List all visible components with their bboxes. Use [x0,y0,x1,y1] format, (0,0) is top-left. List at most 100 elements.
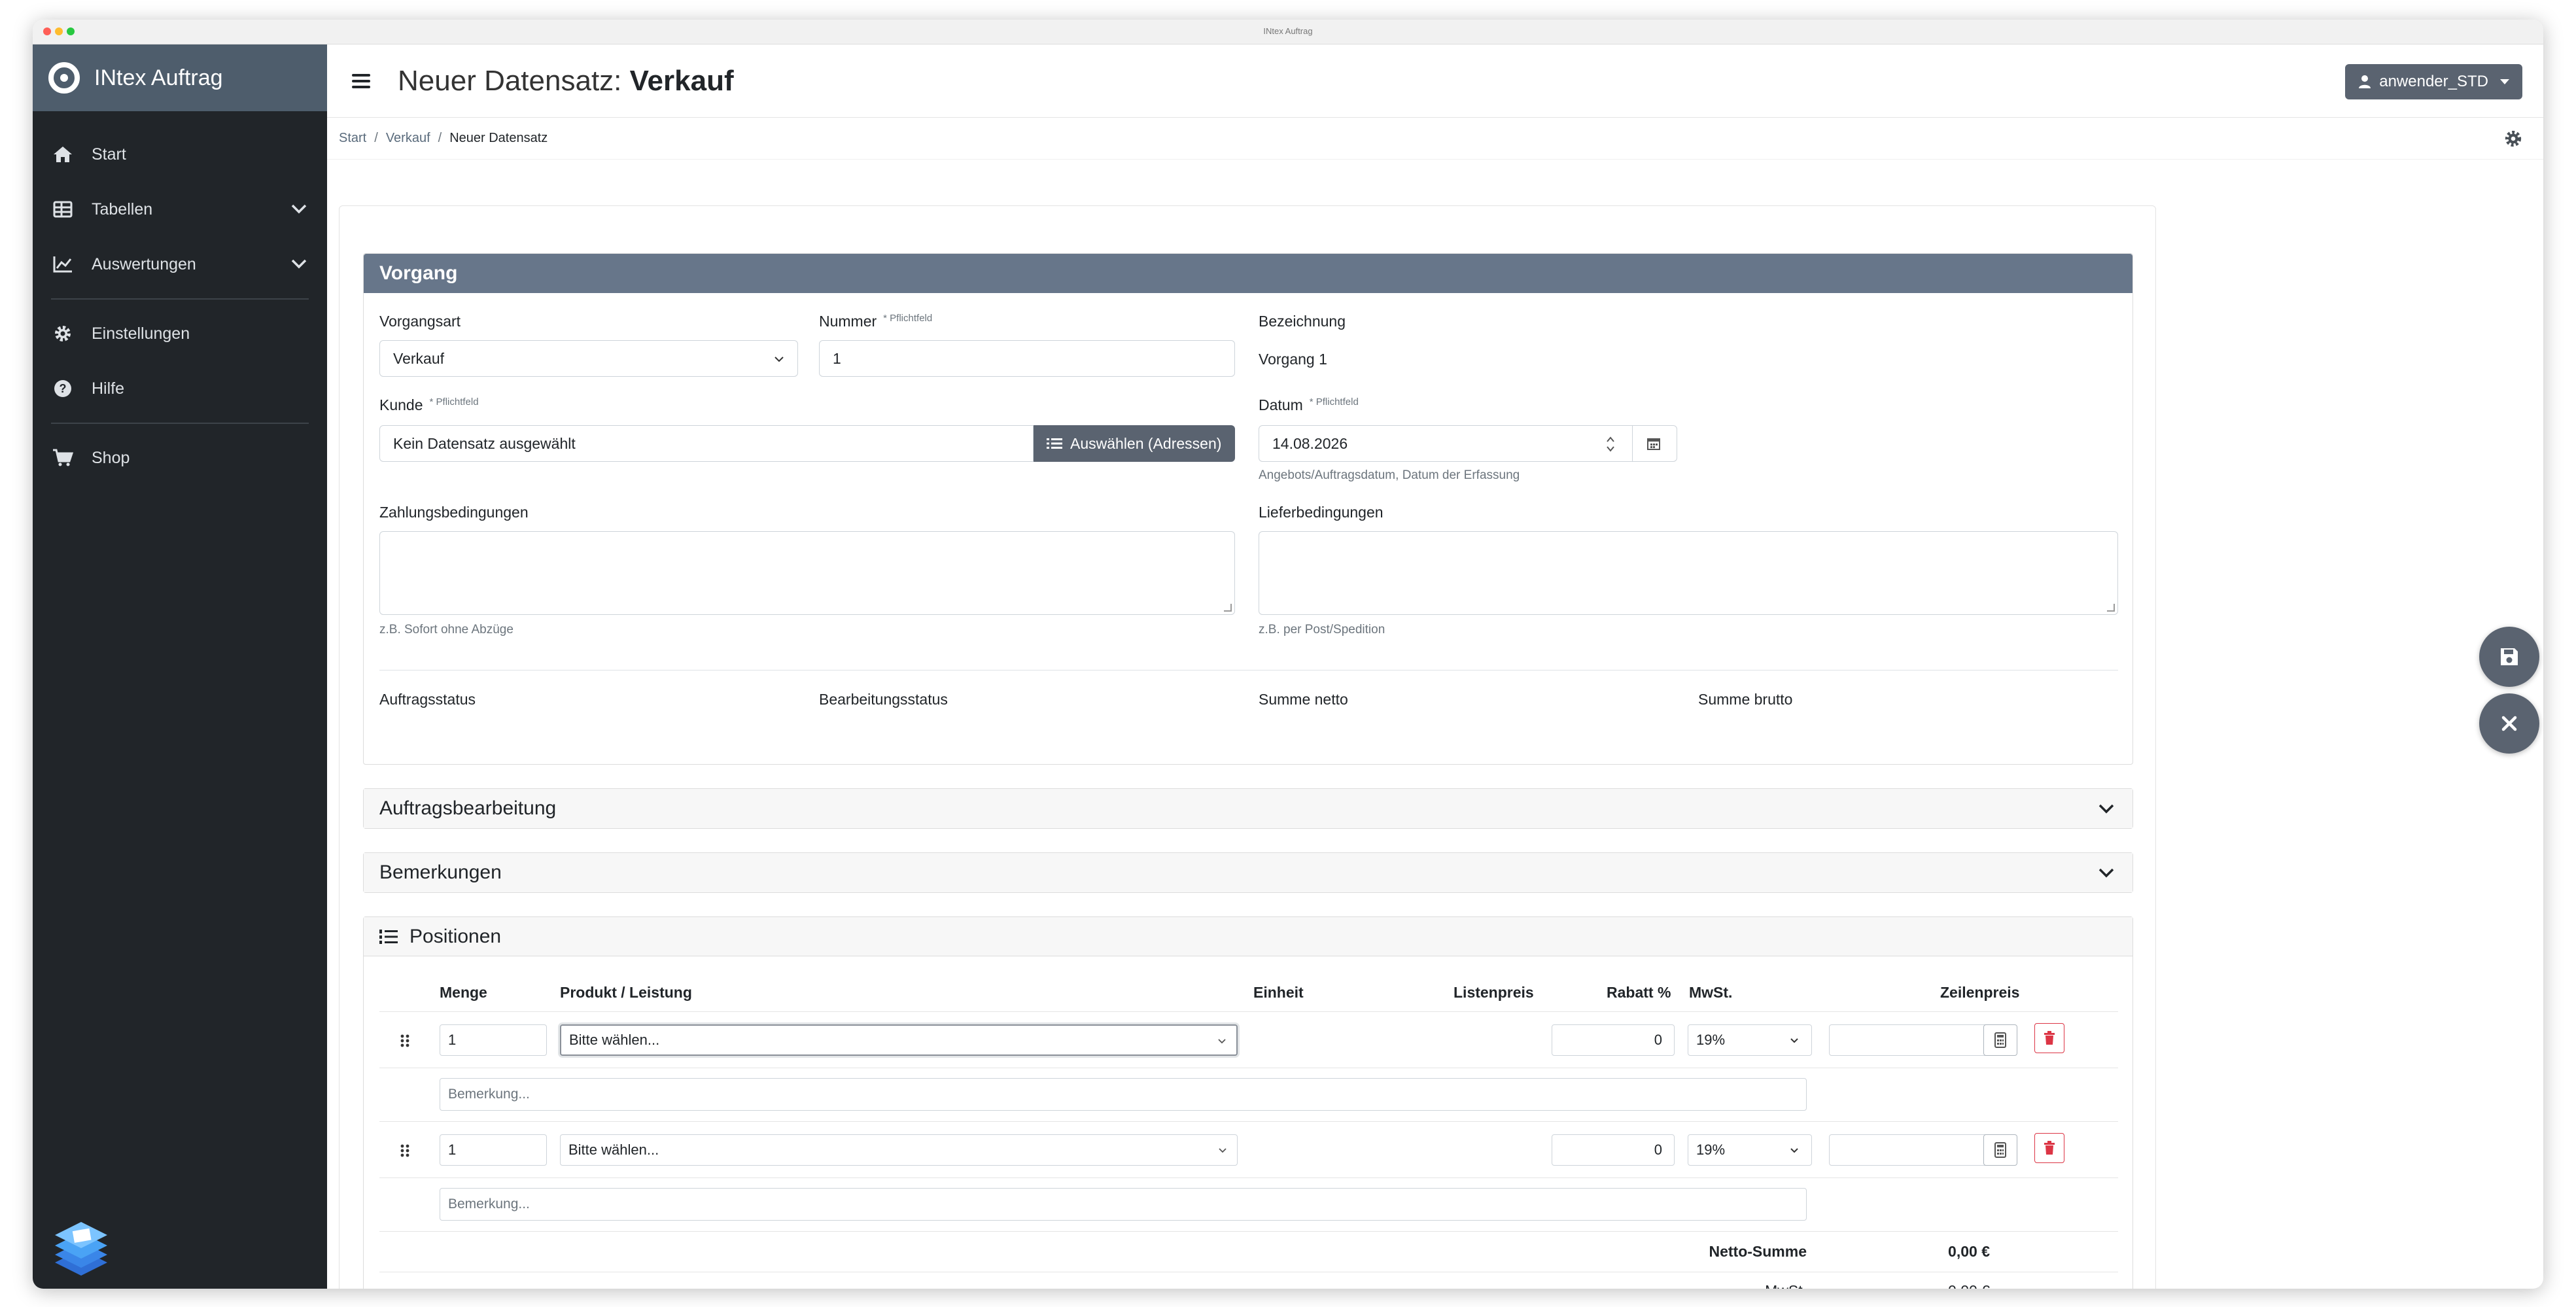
menu-toggle-icon[interactable] [352,73,370,88]
breadcrumb-verkauf[interactable]: Verkauf [386,131,430,146]
rabatt-input[interactable]: 0 [1552,1024,1675,1056]
main-area: Neuer Datensatz: Verkauf anwender_STD St… [327,44,2543,1289]
produkt-select[interactable]: Bitte wählen... [560,1024,1238,1056]
menge-input[interactable]: 1 [440,1024,547,1056]
lieferbedingungen-hint: z.B. per Post/Spedition [1259,623,1385,636]
sidebar-item-label: Hilfe [92,379,125,398]
list-icon [1047,438,1062,449]
bemerkungen-header[interactable]: Bemerkungen [364,853,2132,892]
breadcrumb-separator: / [374,131,378,145]
user-menu-button[interactable]: anwender_STD [2345,64,2522,99]
brand-logo-icon [48,62,80,94]
bemerkung-input[interactable]: Bemerkung... [440,1188,1807,1221]
sidebar-item-shop[interactable]: Shop [33,430,327,485]
chevron-down-icon [1219,1148,1227,1153]
auswaehlen-button-label: Auswählen (Adressen) [1070,434,1222,452]
cart-icon [51,449,75,467]
auswaehlen-adressen-button[interactable]: Auswählen (Adressen) [1034,425,1235,462]
mwst-summe-value: 0,00 € [1868,1282,1990,1289]
zeilenpreis-input[interactable] [1829,1024,1999,1056]
auftragsbearbeitung-section[interactable]: Auftragsbearbeitung [363,788,2133,829]
save-button[interactable] [2479,627,2539,687]
brand[interactable]: INtex Auftrag [33,44,327,111]
cancel-button[interactable] [2479,693,2539,754]
chevron-down-icon [1218,1039,1226,1044]
sidebar-item-tabellen[interactable]: Tabellen [33,182,327,237]
sidebar-item-hilfe[interactable]: ? Hilfe [33,361,327,416]
home-icon [51,145,75,164]
delete-row-button[interactable] [2034,1023,2064,1053]
mwst-select[interactable]: 19% [1688,1134,1812,1166]
mwst-value: 19% [1696,1141,1726,1158]
delete-row-button[interactable] [2034,1133,2064,1163]
row-divider [379,1177,2118,1178]
sidebar-item-start[interactable]: Start [33,127,327,182]
kunde-input[interactable]: Kein Datensatz ausgewählt [379,425,1034,462]
auftragsbearbeitung-header[interactable]: Auftragsbearbeitung [364,789,2132,828]
bemerkungen-section[interactable]: Bemerkungen [363,852,2133,893]
chevron-down-icon[interactable] [289,254,309,273]
nummer-input[interactable]: 1 [819,340,1235,377]
drag-handle-icon[interactable] [399,1034,411,1048]
breadcrumb-start[interactable]: Start [339,131,366,146]
mwst-value: 19% [1696,1032,1726,1048]
bezeichnung-value[interactable]: Vorgang 1 [1259,351,1327,368]
datum-hint: Angebots/Auftragsdatum, Datum der Erfass… [1259,468,1520,482]
spinner-icon[interactable] [1605,434,1616,455]
auftragsstatus-label: Auftragsstatus [379,691,476,708]
caret-down-icon [2500,79,2509,84]
required-marker: * Pflichtfeld [883,313,933,324]
page-title: Neuer Datensatz: Verkauf [398,65,734,97]
nummer-label: Nummer * Pflichtfeld [819,313,933,330]
sidebar-item-auswertungen[interactable]: Auswertungen [33,237,327,292]
chevron-down-icon [2098,804,2114,814]
sidebar-item-label: Tabellen [92,200,153,218]
vorgangsart-label: Vorgangsart [379,313,461,330]
calculator-button[interactable] [1983,1024,2017,1056]
datum-input[interactable]: 14.08.2026 [1259,425,1677,462]
vorgangsart-value: Verkauf [393,349,444,367]
col-rabatt: Rabatt % [1607,984,1671,1001]
bemerkung-input[interactable]: Bemerkung... [440,1078,1807,1111]
mwst-select[interactable]: 19% [1688,1024,1812,1056]
required-marker: * Pflichtfeld [429,396,479,408]
user-icon [2359,75,2371,88]
netto-summe-label: Netto-Summe [1709,1243,1807,1260]
calculator-button[interactable] [1983,1134,2017,1166]
title-bar: INtex Auftrag [33,20,2543,44]
sidebar-item-einstellungen[interactable]: Einstellungen [33,306,327,361]
chevron-down-icon [1790,1038,1798,1043]
summe-netto-label: Summe netto [1259,691,1348,708]
breadcrumb-current: Neuer Datensatz [449,131,548,145]
ordered-list-icon [379,929,398,944]
positionen-title: Positionen [409,925,502,947]
chevron-down-icon [775,357,784,362]
chevron-down-icon [2098,868,2114,878]
kunde-label: Kunde * Pflichtfeld [379,396,479,413]
drag-handle-icon[interactable] [399,1143,411,1158]
required-marker: * Pflichtfeld [1309,396,1359,408]
vorgang-section: Vorgang Vorgangsart Verkauf Nummer * Pfli… [363,253,2133,765]
trash-icon [2044,1141,2055,1155]
row-divider [379,1011,2118,1012]
vorgang-header: Vorgang [364,254,2132,293]
produkt-select[interactable]: Bitte wählen... [560,1134,1238,1166]
form-card: Vorgang Vorgangsart Verkauf Nummer * Pfli… [339,205,2156,1289]
close-icon [2501,716,2517,731]
zahlungsbedingungen-textarea[interactable] [379,531,1235,615]
chevron-down-icon[interactable] [289,199,309,218]
col-produkt: Produkt / Leistung [560,984,692,1001]
calculator-icon [1994,1032,2006,1048]
lieferbedingungen-textarea[interactable] [1259,531,2118,615]
sidebar-item-label: Shop [92,448,130,467]
vorgangsart-select[interactable]: Verkauf [379,340,798,377]
svg-text:?: ? [60,382,67,395]
calendar-icon[interactable] [1646,436,1661,451]
menge-input[interactable]: 1 [440,1134,547,1166]
breadcrumb-separator: / [438,131,442,145]
rabatt-input[interactable]: 0 [1552,1134,1675,1166]
app-window: INtex Auftrag INtex Auftrag Start Tabell… [33,20,2543,1289]
datum-label: Datum * Pflichtfeld [1259,396,1359,413]
zeilenpreis-input[interactable] [1829,1134,1999,1166]
page-settings-gear-icon[interactable] [2504,130,2522,148]
